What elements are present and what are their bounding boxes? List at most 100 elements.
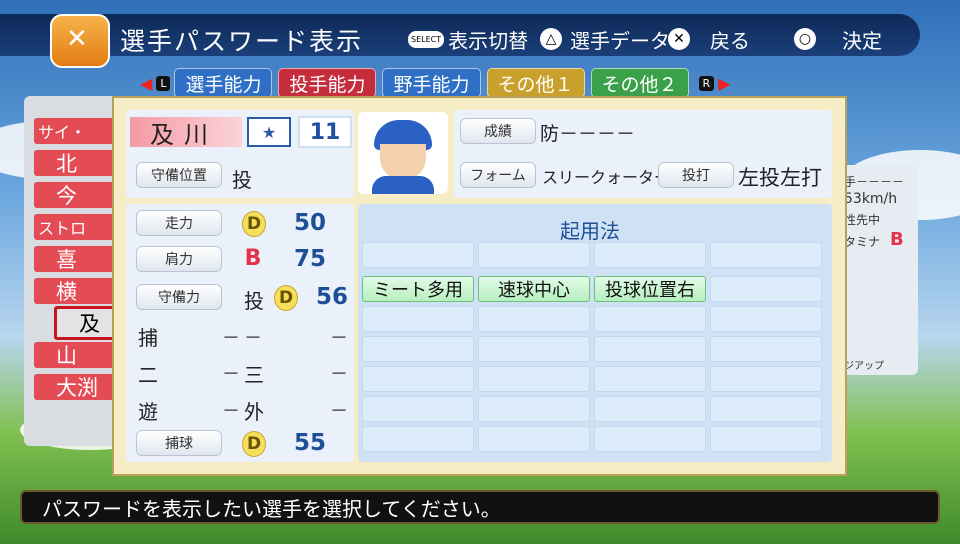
r-button-icon: R [698, 75, 715, 91]
tab-pitcher-ability[interactable]: 投手能力 [278, 68, 377, 98]
tab-bar: ◀ L 選手能力 投手能力 野手能力 その他１ その他２ R ▶ [140, 68, 731, 98]
usage-cell [594, 366, 706, 392]
usage-cell [478, 336, 590, 362]
usage-cell [594, 396, 706, 422]
right-peek-panel: 手－－－－ 53km/h 性先中 タミナ B ジアップ [838, 165, 918, 375]
usage-cell [362, 242, 474, 268]
right-arrow-icon[interactable]: ▶ [718, 74, 730, 93]
sub-pos-short: 遊 [138, 400, 158, 424]
list-item[interactable]: 横 [34, 278, 120, 304]
list-item[interactable]: 山 [34, 342, 120, 368]
hint-ok[interactable]: ○ 決定 [794, 24, 882, 54]
skill-chip: 速球中心 [478, 276, 590, 302]
usage-cell [710, 276, 822, 302]
peek-text: 性先中 [844, 213, 881, 227]
position-label: 守備位置 [136, 162, 222, 188]
message-bar: パスワードを表示したい選手を選択してください。 [20, 490, 940, 524]
hint-switch[interactable]: SELECT 表示切替 [408, 24, 528, 54]
tab-player-ability[interactable]: 選手能力 [174, 68, 273, 98]
defense-label: 守備力 [136, 284, 222, 310]
left-arrow-icon[interactable]: ◀ [140, 74, 152, 93]
peek-text: 53km/h [844, 191, 898, 207]
skill-chip: 投球位置右 [594, 276, 706, 302]
usage-cell [362, 426, 474, 452]
record-label: 成績 [460, 118, 536, 144]
select-button-icon: SELECT [408, 30, 445, 48]
position-value: 投 [232, 168, 252, 192]
sub-pos-value: － [244, 328, 262, 349]
triangle-button-icon: △ [540, 28, 562, 50]
sub-pos-value: － [330, 364, 348, 385]
sub-pos-value: － [330, 328, 348, 349]
usage-title: 起用法 [560, 219, 620, 243]
peek-text: 手－－－－ [844, 175, 905, 189]
usage-cell [362, 306, 474, 332]
form-label: フォーム [460, 162, 536, 188]
bats-value: 左投左打 [738, 166, 822, 190]
usage-cell [362, 396, 474, 422]
app-logo: ✕ [50, 14, 110, 68]
peek-text: タミナ [844, 235, 881, 249]
speed-label: 走力 [136, 210, 222, 236]
catch-value: 55 [294, 430, 327, 456]
record-value: 防－－－－ [540, 123, 636, 145]
uniform-number: 11 [298, 116, 352, 148]
bat-icon: ✕ [66, 24, 88, 54]
hint-ok-label: 決定 [842, 28, 882, 53]
peek-grade: B [890, 229, 904, 250]
player-avatar [358, 112, 448, 194]
defense-grade: D [274, 285, 298, 311]
defense-value: 56 [316, 284, 349, 310]
hint-back[interactable]: ✕ 戻る [668, 24, 750, 54]
hint-back-label: 戻る [710, 28, 750, 53]
stats-section [126, 204, 354, 462]
usage-cell [710, 306, 822, 332]
usage-cell [594, 306, 706, 332]
peek-text: ジアップ [844, 361, 884, 372]
hint-player-data[interactable]: △ 選手データ [540, 24, 670, 54]
sub-pos-second: 二 [138, 363, 158, 387]
list-item[interactable]: 喜 [34, 246, 120, 272]
tab-other-1[interactable]: その他１ [486, 68, 585, 98]
usage-cell [710, 242, 822, 268]
list-item[interactable]: 北 [34, 150, 120, 176]
sub-pos-value: － [222, 328, 240, 349]
list-item[interactable]: 今 [34, 182, 120, 208]
uniform-icon [372, 176, 434, 194]
usage-cell [478, 396, 590, 422]
usage-cell [710, 336, 822, 362]
speed-value: 50 [294, 210, 327, 236]
usage-cell [478, 366, 590, 392]
skill-chip: ミート多用 [362, 276, 474, 302]
list-item[interactable]: ストロ [34, 214, 120, 240]
usage-cell [710, 396, 822, 422]
defense-position: 投 [244, 289, 264, 313]
tab-other-2[interactable]: その他２ [590, 68, 689, 98]
tab-fielder-ability[interactable]: 野手能力 [382, 68, 481, 98]
usage-cell [478, 242, 590, 268]
hint-data-label: 選手データ [570, 28, 670, 53]
usage-cell [710, 366, 822, 392]
sub-pos-value: － [222, 364, 240, 385]
catch-grade: D [242, 431, 266, 457]
circle-button-icon: ○ [794, 28, 816, 50]
list-item[interactable]: サイ・ [34, 118, 120, 144]
sub-pos-value: － [222, 401, 240, 422]
speed-grade: D [242, 211, 266, 237]
cross-button-icon: ✕ [668, 28, 690, 50]
arm-label: 肩力 [136, 246, 222, 272]
team-logo-icon: ★ [247, 117, 291, 147]
usage-cell [594, 336, 706, 362]
face-icon [380, 144, 426, 180]
usage-cell [710, 426, 822, 452]
usage-cell [362, 336, 474, 362]
usage-cell [478, 426, 590, 452]
sub-pos-outfield: 外 [244, 400, 264, 424]
usage-cell [594, 242, 706, 268]
player-name: 及川 [130, 117, 242, 149]
sub-pos-value: － [330, 401, 348, 422]
catch-label: 捕球 [136, 430, 222, 456]
l-button-icon: L [156, 75, 171, 91]
bats-label: 投打 [658, 162, 734, 188]
list-item[interactable]: 大渕 [34, 374, 120, 400]
